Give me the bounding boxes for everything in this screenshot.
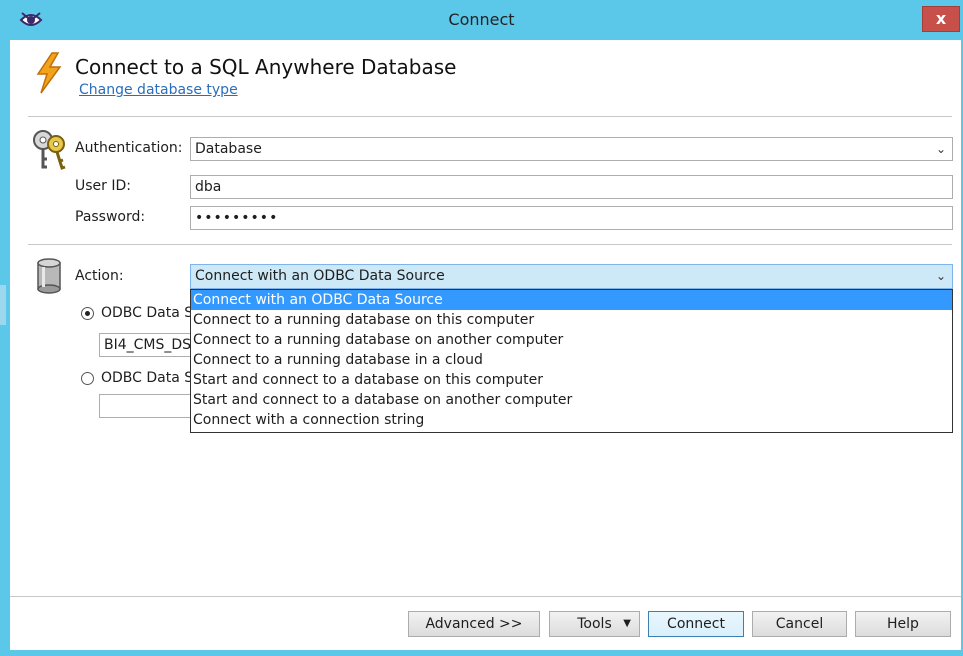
database-icon [37, 258, 61, 294]
dropdown-option[interactable]: Connect with an ODBC Data Source [191, 290, 952, 310]
userid-field[interactable]: dba [190, 175, 953, 199]
odbc-data-source-file-radio[interactable] [81, 372, 94, 385]
userid-label: User ID: [75, 178, 131, 194]
lightning-bolt-icon [36, 52, 62, 94]
dialog-heading: Connect to a SQL Anywhere Database [75, 55, 457, 79]
keys-icon [33, 130, 66, 170]
action-selected-value: Connect with an ODBC Data Source [195, 268, 445, 284]
action-dropdown-list: Connect with an ODBC Data Source Connect… [190, 289, 953, 433]
window-title: Connect [448, 10, 515, 29]
window-edge [0, 285, 6, 325]
help-button[interactable]: Help [855, 611, 951, 637]
connect-button[interactable]: Connect [648, 611, 744, 637]
authentication-label: Authentication: [75, 140, 183, 156]
authentication-value: Database [195, 141, 262, 157]
odbc-data-source-field[interactable]: BI4_CMS_DS [99, 333, 199, 357]
dropdown-option[interactable]: Connect to a running database on another… [191, 330, 952, 350]
authentication-select[interactable]: Database ⌄ [190, 137, 953, 161]
dropdown-option[interactable]: Start and connect to a database on this … [191, 370, 952, 390]
dropdown-option[interactable]: Connect with a connection string [191, 410, 952, 430]
change-database-type-link[interactable]: Change database type [79, 82, 238, 98]
action-select[interactable]: Connect with an ODBC Data Source ⌄ [190, 264, 953, 289]
close-button[interactable]: x [922, 6, 960, 32]
cancel-button[interactable]: Cancel [752, 611, 847, 637]
tools-button[interactable]: Tools ▼ [549, 611, 640, 637]
dropdown-option[interactable]: Connect to a running database on this co… [191, 310, 952, 330]
advanced-button[interactable]: Advanced >> [408, 611, 540, 637]
chevron-down-icon: ⌄ [935, 269, 946, 283]
divider [10, 596, 961, 597]
password-label: Password: [75, 209, 146, 225]
odbc-data-source-file-field[interactable] [99, 394, 199, 418]
chevron-down-icon: ⌄ [935, 142, 946, 156]
odbc-data-source-label: ODBC Data So [101, 305, 190, 321]
odbc-data-source-file-label: ODBC Data So [101, 370, 190, 386]
action-label: Action: [75, 268, 124, 284]
sybase-eye-icon [19, 12, 43, 26]
tools-label: Tools [577, 616, 612, 632]
password-field[interactable]: ••••••••• [190, 206, 953, 230]
divider [28, 116, 952, 117]
divider [28, 244, 952, 245]
dropdown-option[interactable]: Start and connect to a database on anoth… [191, 390, 952, 410]
odbc-data-source-radio[interactable] [81, 307, 94, 320]
dropdown-arrow-icon: ▼ [623, 618, 631, 629]
dropdown-option[interactable]: Connect to a running database in a cloud [191, 350, 952, 370]
